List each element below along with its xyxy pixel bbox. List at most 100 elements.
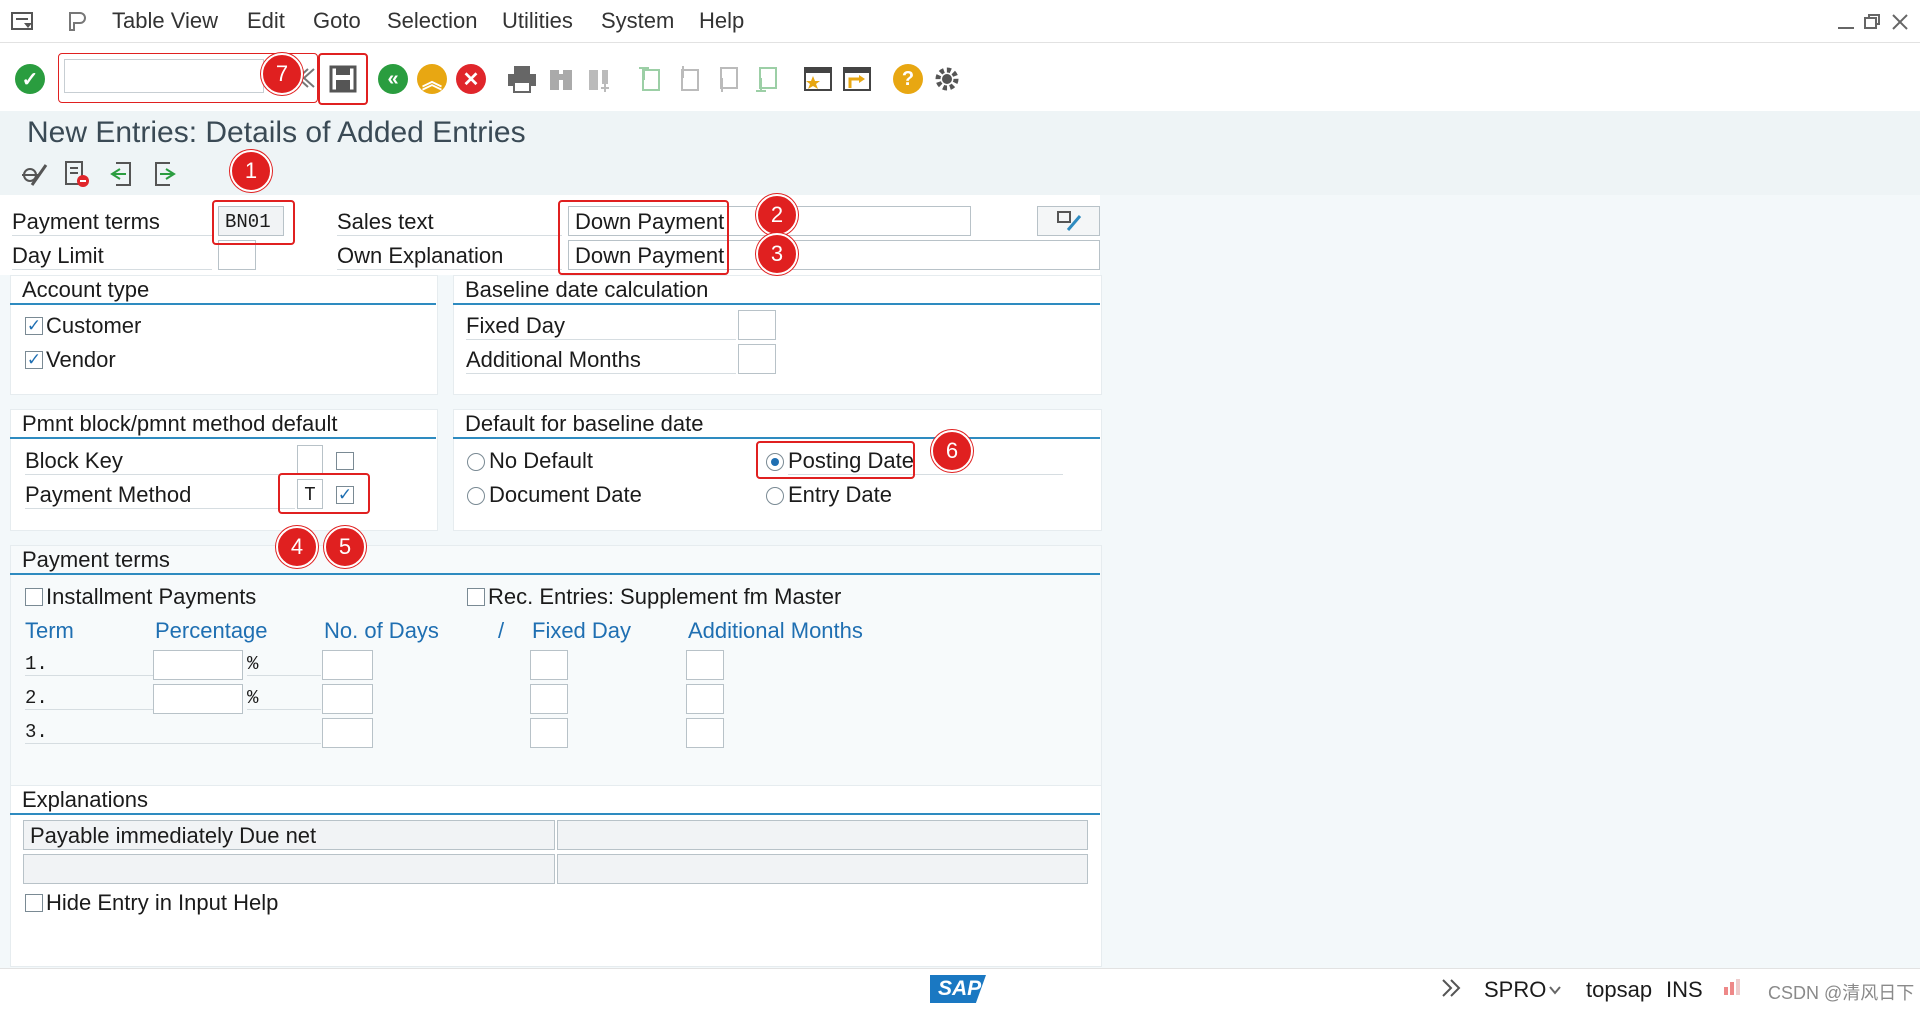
shortcut-icon[interactable] (839, 61, 875, 97)
status-expand-icon[interactable] (1440, 977, 1464, 1004)
settings-icon[interactable] (929, 61, 965, 97)
entry-date-label: Entry Date (788, 482, 892, 507)
delete-entry-icon[interactable] (62, 159, 92, 194)
app-menu-icon[interactable] (10, 10, 36, 37)
save-button[interactable] (318, 53, 368, 105)
term-row-2-label: 2. (25, 687, 153, 710)
next-page-icon[interactable] (710, 61, 746, 97)
block-key-label: Block Key (25, 448, 295, 475)
first-page-icon[interactable] (632, 61, 668, 97)
find-icon[interactable] (543, 61, 579, 97)
term-row-2-fixed-day[interactable] (530, 684, 568, 714)
explanation-line-2-left (23, 854, 555, 884)
hide-entry-checkbox[interactable] (25, 894, 43, 912)
menu-system[interactable]: System (601, 8, 674, 34)
term-row-3-days[interactable] (322, 718, 373, 748)
menu-goto[interactable]: Goto (313, 8, 361, 34)
sales-text-label: Sales text (337, 209, 562, 236)
account-type-title: Account type (10, 277, 436, 305)
highlight-payment-method (278, 473, 370, 514)
installment-checkbox[interactable] (25, 588, 43, 606)
vendor-checkbox[interactable]: ✓ (25, 351, 43, 369)
term-row-1-fixed-day[interactable] (530, 650, 568, 680)
previous-page-icon[interactable] (671, 61, 707, 97)
highlight-texts (558, 200, 729, 275)
application-toolbar (0, 153, 1920, 195)
col-slash: / (498, 618, 505, 643)
term-row-1-percentage[interactable] (153, 650, 243, 680)
display-change-icon[interactable] (18, 159, 50, 194)
term-row-1-add-months[interactable] (686, 650, 724, 680)
term-row-3-fixed-day[interactable] (530, 718, 568, 748)
transaction-dropdown-icon[interactable] (1548, 983, 1562, 1001)
menu-table-view[interactable]: Table View (112, 8, 218, 34)
pmnt-block-title: Pmnt block/pmnt method default (10, 411, 436, 439)
previous-entry-icon[interactable] (106, 159, 136, 194)
own-explanation-label: Own Explanation (337, 243, 562, 270)
term-row-3-label: 3. (25, 721, 321, 744)
menu-utilities[interactable]: Utilities (502, 8, 573, 34)
col-additional-months: Additional Months (688, 618, 863, 643)
baseline-calc-title: Baseline date calculation (453, 277, 1100, 305)
marker-5: 5 (324, 526, 366, 568)
input-mode: INS (1666, 977, 1703, 1002)
menu-edit[interactable]: Edit (247, 8, 285, 34)
fixed-day-field[interactable] (738, 310, 776, 340)
payment-terms-title: Payment terms (10, 547, 1100, 575)
enter-icon[interactable]: ✓ (12, 61, 48, 97)
rec-entries-label: Rec. Entries: Supplement fm Master (488, 584, 842, 609)
next-entry-icon[interactable] (150, 159, 180, 194)
text-edit-button[interactable] (1037, 206, 1100, 236)
term-row-2-pct-sign: % (247, 687, 321, 710)
performance-icon (1722, 977, 1742, 1002)
menu-help[interactable]: Help (699, 8, 744, 34)
explanation-line-1-left: Payable immediately Due net (23, 820, 555, 850)
exit-icon[interactable]: ︽ (414, 61, 450, 97)
rec-entries-checkbox[interactable] (467, 588, 485, 606)
block-key-checkbox[interactable] (336, 452, 354, 470)
term-row-2-days[interactable] (322, 684, 373, 714)
close-icon[interactable] (1890, 12, 1910, 37)
restore-icon[interactable] (1862, 12, 1882, 37)
additional-months-field[interactable] (738, 344, 776, 374)
marker-7: 7 (261, 53, 303, 95)
no-default-label: No Default (489, 448, 593, 473)
no-default-radio[interactable] (467, 453, 485, 471)
minimize-icon[interactable] (1836, 12, 1856, 37)
installment-label: Installment Payments (46, 584, 257, 609)
term-row-1-days[interactable] (322, 650, 373, 680)
document-date-radio[interactable] (467, 487, 485, 505)
highlight-payment-terms (212, 200, 295, 245)
command-field[interactable] (64, 59, 264, 93)
col-percentage: Percentage (155, 618, 268, 643)
text-edit-icon (1056, 211, 1081, 231)
marker-3: 3 (756, 233, 798, 275)
sap-logo: SAP (930, 975, 986, 1003)
block-key-field[interactable] (297, 445, 323, 475)
col-term: Term (25, 618, 74, 643)
customer-checkbox[interactable]: ✓ (25, 317, 43, 335)
back-icon[interactable]: « (375, 61, 411, 97)
cancel-icon[interactable]: ✕ (453, 61, 489, 97)
entry-date-radio[interactable] (766, 487, 784, 505)
marker-2: 2 (756, 194, 798, 236)
sap-menu-icon[interactable] (64, 10, 88, 37)
transaction-code: SPRO (1484, 977, 1547, 1002)
customer-label: Customer (46, 313, 142, 338)
print-icon[interactable] (504, 61, 540, 97)
create-session-icon[interactable] (800, 61, 836, 97)
find-next-icon[interactable] (582, 61, 618, 97)
term-row-2-add-months[interactable] (686, 684, 724, 714)
last-page-icon[interactable] (749, 61, 785, 97)
term-row-2-percentage[interactable] (153, 684, 243, 714)
menu-selection[interactable]: Selection (387, 8, 478, 34)
status-bar: SAP SPRO topsap INS CSDN @清风日下 (0, 968, 1920, 1009)
payment-terms-label: Payment terms (12, 209, 212, 236)
help-icon[interactable]: ? (890, 61, 926, 97)
title-bar: New Entries: Details of Added Entries (0, 111, 1920, 153)
explanations-title: Explanations (10, 787, 1100, 815)
explanation-line-2-right (557, 854, 1088, 884)
default-baseline-title: Default for baseline date (453, 411, 1100, 439)
term-row-3-add-months[interactable] (686, 718, 724, 748)
document-date-label: Document Date (489, 482, 642, 507)
